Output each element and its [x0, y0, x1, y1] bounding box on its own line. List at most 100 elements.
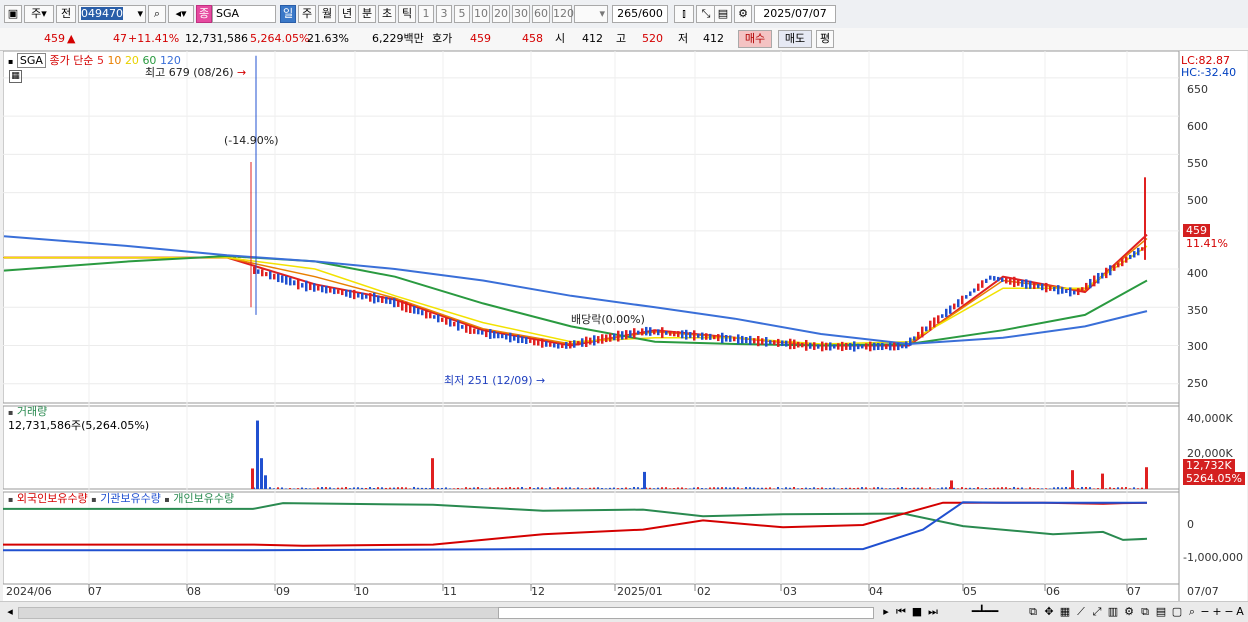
- low-annotation: 최저 251 (12/09) →: [444, 374, 545, 387]
- forward-icon[interactable]: ⏭: [926, 605, 940, 619]
- interval-year-button[interactable]: 년: [338, 5, 356, 23]
- y-tick-250: 250: [1187, 377, 1208, 390]
- bar-tool-icon[interactable]: ▥: [1106, 605, 1120, 619]
- evaluation-button[interactable]: 평: [816, 30, 834, 48]
- volume-bar: [513, 487, 515, 489]
- stock-name-field[interactable]: SGA: [212, 5, 276, 23]
- candle: [665, 331, 668, 335]
- buy-button[interactable]: 매수: [738, 30, 772, 48]
- scroll-left-icon[interactable]: ◂: [4, 605, 16, 619]
- candle: [1057, 285, 1060, 295]
- volume-bar: [333, 488, 335, 489]
- candle: [1109, 265, 1112, 276]
- candle: [1005, 277, 1008, 284]
- interval-month-button[interactable]: 월: [318, 5, 336, 23]
- date-input[interactable]: 2025/07/07: [754, 5, 836, 23]
- candle-icon[interactable]: ⫾: [674, 5, 694, 23]
- volume-bar: [953, 487, 955, 489]
- copy-icon[interactable]: ⧉: [1138, 605, 1152, 619]
- rewind-icon[interactable]: ⏮: [894, 605, 908, 619]
- sound-icon[interactable]: ◂▾: [168, 5, 194, 23]
- volume-bar: [1005, 487, 1007, 489]
- volume-bar: [341, 487, 343, 489]
- minute-10-button[interactable]: 10: [472, 5, 490, 23]
- interval-day-button[interactable]: 일: [280, 5, 296, 23]
- play-icon[interactable]: ▸: [880, 605, 892, 619]
- zoom-out-icon[interactable]: −: [1200, 605, 1210, 619]
- volume-bar: [817, 488, 819, 489]
- frame-icon[interactable]: ▢: [1170, 605, 1184, 619]
- print-icon[interactable]: ▤: [1154, 605, 1168, 619]
- candle: [637, 330, 640, 335]
- minute-3-button[interactable]: 3: [436, 5, 452, 23]
- candle: [577, 341, 580, 346]
- minute-20-button[interactable]: 20: [492, 5, 510, 23]
- volume-value: 12,731,586주(5,264.05%): [8, 419, 150, 432]
- sell-button[interactable]: 매도: [778, 30, 812, 48]
- bottom-scrollbar[interactable]: ◂ ▸ ⏮ ■ ⏭ ━┻━━ ⧉ ✥ ▦ ⟋ ⤢ ▥ ⚙ ⧉ ▤ ▢ ⌕ − +…: [0, 601, 1248, 622]
- volume-bar: [901, 486, 903, 489]
- zoom-slider[interactable]: ━┻━━: [950, 605, 1020, 619]
- stop-icon[interactable]: ■: [910, 605, 924, 619]
- candle: [929, 320, 932, 331]
- font-size-icon[interactable]: A: [1234, 605, 1246, 619]
- volume-bar: [629, 488, 631, 489]
- gear-icon[interactable]: ⚙: [734, 5, 752, 23]
- volume-bar: [317, 487, 319, 489]
- scroll-track[interactable]: [18, 607, 500, 619]
- volume-bar: [861, 487, 863, 489]
- crosshair-icon[interactable]: ✥: [1042, 605, 1056, 619]
- window-menu-icon[interactable]: ▣: [4, 5, 22, 23]
- volume-bar: [313, 488, 315, 489]
- draw-tool-icon[interactable]: ⤡: [696, 5, 716, 23]
- candle: [465, 323, 468, 333]
- prev-button[interactable]: 전: [56, 5, 76, 23]
- minute-1-button[interactable]: 1: [418, 5, 434, 23]
- expand-icon[interactable]: ⤢: [1090, 605, 1104, 619]
- volume-bar: [345, 486, 347, 489]
- candle: [909, 337, 912, 346]
- chart-area[interactable]: [3, 51, 1247, 601]
- minute-5-button[interactable]: 5: [454, 5, 470, 23]
- period-select[interactable]: 주▾: [24, 5, 54, 23]
- volume-bar: [813, 487, 815, 489]
- magnifier-icon[interactable]: ⌕: [1186, 605, 1198, 619]
- chart-canvas[interactable]: [3, 51, 1247, 601]
- volume-bar: [401, 487, 403, 489]
- volume-bar: [613, 487, 615, 489]
- volume-spike: [950, 480, 953, 489]
- candle: [493, 331, 496, 339]
- save-icon[interactable]: ▤: [714, 5, 732, 23]
- interval-week-button[interactable]: 주: [298, 5, 316, 23]
- candle: [1133, 251, 1136, 258]
- chevron-down-icon[interactable]: ▾: [137, 6, 145, 22]
- minute-120-button[interactable]: 120: [552, 5, 574, 23]
- interval-second-button[interactable]: 초: [378, 5, 396, 23]
- volume-bar: [337, 487, 339, 489]
- x-label-current: 07/07: [1187, 585, 1219, 598]
- line-tool-icon[interactable]: ⟋: [1074, 605, 1088, 619]
- candle: [785, 340, 788, 347]
- minus-icon[interactable]: −: [1224, 605, 1234, 619]
- minute-60-button[interactable]: 60: [532, 5, 550, 23]
- grid-toggle-icon[interactable]: ▦: [9, 70, 22, 83]
- minute-30-button[interactable]: 30: [512, 5, 530, 23]
- window-icon[interactable]: ⧉: [1026, 605, 1040, 619]
- volume-bar: [849, 487, 851, 489]
- stock-code-input[interactable]: 049470 ▾: [78, 5, 146, 23]
- candle: [701, 332, 704, 340]
- volume-bar: [429, 488, 431, 489]
- interval-minute-button[interactable]: 분: [358, 5, 376, 23]
- count-input[interactable]: 265/600: [612, 5, 668, 23]
- candle: [621, 331, 624, 340]
- interval-tick-button[interactable]: 틱: [398, 5, 416, 23]
- legend-institution: 기관보유수량: [100, 492, 161, 505]
- chart-type-icon[interactable]: ▦: [1058, 605, 1072, 619]
- zoom-in-icon[interactable]: +: [1212, 605, 1222, 619]
- settings-tool-icon[interactable]: ⚙: [1122, 605, 1136, 619]
- candle: [917, 331, 920, 339]
- scroll-thumb[interactable]: [498, 607, 874, 619]
- custom-interval-select[interactable]: ▾: [574, 5, 608, 23]
- search-icon[interactable]: ⌕: [148, 5, 166, 23]
- candle: [1141, 247, 1144, 251]
